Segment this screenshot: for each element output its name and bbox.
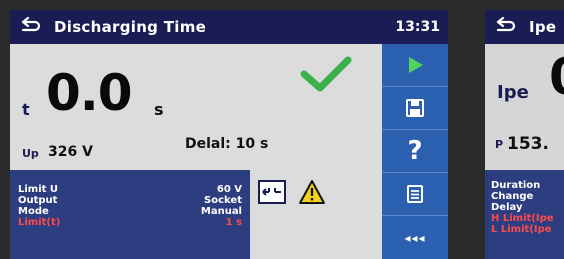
- page-title: Ipe: [529, 18, 557, 36]
- delay-value: Delal: 10 s: [185, 136, 269, 152]
- limit-key: Delay: [491, 202, 523, 213]
- pass-check-icon: [300, 56, 352, 92]
- warning-icon: [299, 180, 325, 204]
- back-icon[interactable]: [20, 16, 42, 36]
- limit-key: Mode: [18, 206, 49, 217]
- limit-key: Duration: [491, 180, 541, 191]
- discharging-time-screen: Discharging Time 13:31 t 0.0 s Up 326 V …: [10, 10, 448, 259]
- help-icon: ?: [407, 136, 423, 166]
- more-button[interactable]: ◂◂◂: [382, 216, 448, 259]
- result-label: Ipe: [497, 82, 529, 103]
- p-label: P: [495, 138, 504, 151]
- ipe-screen: Ipe Ipe 0 P 153. Duration Change Delay H…: [485, 10, 564, 259]
- limit-row: Mode Manual: [18, 206, 242, 217]
- limit-key: Output: [18, 195, 58, 206]
- title-bar: Discharging Time 13:31: [10, 10, 448, 44]
- limit-key: Limit(t): [18, 217, 61, 228]
- result-panel: t 0.0 s Up 326 V Delal: 10 s: [10, 44, 382, 170]
- limit-row: Delay: [491, 202, 558, 213]
- up-value: 326 V: [48, 144, 93, 160]
- result-value: 0.0: [46, 64, 133, 122]
- page-title: Discharging Time: [54, 18, 207, 36]
- clock: 13:31: [395, 19, 440, 35]
- list-icon: [407, 185, 423, 203]
- limit-value: Socket: [204, 195, 242, 206]
- limit-key: L Limit(Ipe: [491, 224, 552, 235]
- more-icon: ◂◂◂: [404, 230, 426, 245]
- limit-key: H Limit(Ipe: [491, 213, 554, 224]
- limit-value: Manual: [200, 206, 242, 217]
- limit-row: Change: [491, 191, 558, 202]
- limit-key: Limit U: [18, 184, 59, 195]
- save-button[interactable]: [382, 87, 448, 130]
- limits-panel: Limit U 60 V Output Socket Mode Manual L…: [10, 170, 250, 259]
- limit-row: Duration: [491, 180, 558, 191]
- limit-row: Output Socket: [18, 195, 242, 206]
- result-unit: s: [154, 100, 164, 119]
- play-icon: [409, 57, 423, 73]
- limit-row: H Limit(Ipe: [491, 213, 558, 224]
- title-bar: Ipe: [485, 10, 564, 44]
- connection-state-icon: [258, 180, 286, 204]
- limit-value: 60 V: [216, 184, 242, 195]
- p-value: 153.: [507, 134, 549, 154]
- result-value: 0: [549, 52, 564, 102]
- status-area: [250, 170, 382, 259]
- limits-panel: Duration Change Delay H Limit(Ipe L Limi…: [485, 170, 564, 259]
- limit-row: Limit(t) 1 s: [18, 217, 242, 228]
- side-toolbar: ? ◂◂◂: [382, 44, 448, 259]
- result-label: t: [22, 100, 30, 119]
- start-button[interactable]: [382, 44, 448, 87]
- list-button[interactable]: [382, 173, 448, 216]
- back-icon[interactable]: [495, 16, 517, 36]
- limit-value: 1 s: [225, 217, 242, 228]
- limit-key: Change: [491, 191, 534, 202]
- limit-row: L Limit(Ipe: [491, 224, 558, 235]
- save-icon: [406, 99, 424, 117]
- help-button[interactable]: ?: [382, 130, 448, 173]
- up-label: Up: [22, 147, 39, 160]
- limit-row: Limit U 60 V: [18, 184, 242, 195]
